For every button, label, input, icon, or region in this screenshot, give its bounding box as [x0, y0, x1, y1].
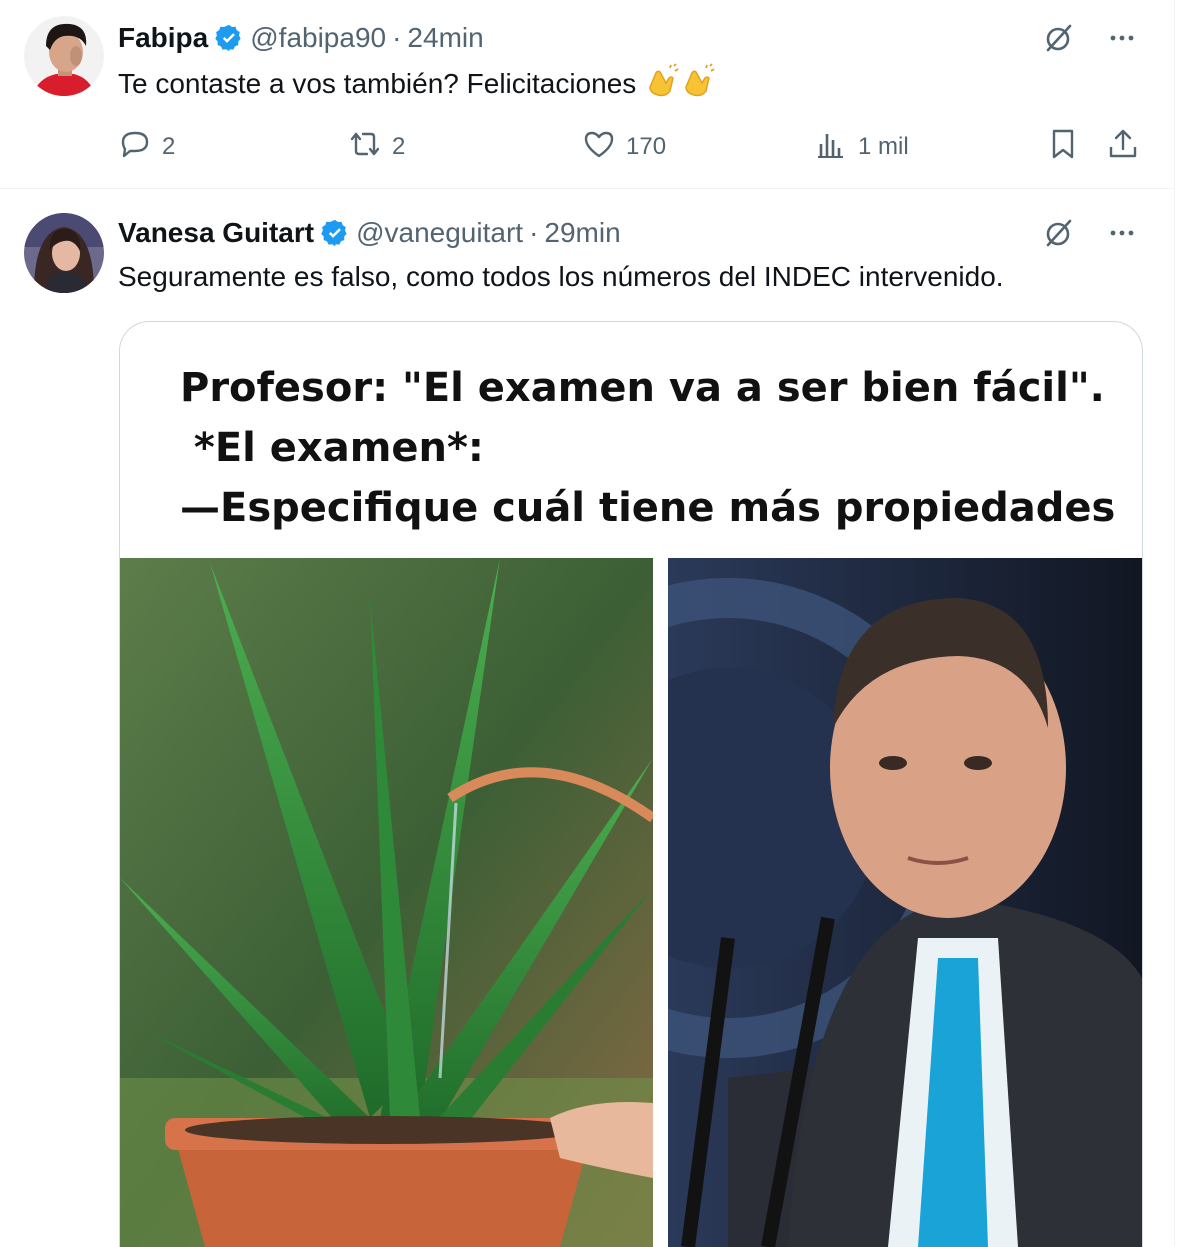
tweet-vanesa-guitart[interactable]: Vanesa Guitart @vaneguitart · 29min Segu…: [0, 189, 1174, 1247]
meme-caption-line: *El examen*:: [180, 425, 484, 471]
repost-button[interactable]: 2: [348, 125, 405, 169]
like-count: 170: [626, 133, 667, 160]
views-button[interactable]: 1 mil: [814, 125, 909, 169]
tweet-media[interactable]: Profesor: "El examen va a ser bien fácil…: [119, 321, 1143, 1247]
tweet-top-icons: [1040, 20, 1140, 56]
author-handle[interactable]: @fabipa90: [250, 22, 386, 54]
bookmark-button[interactable]: [1046, 125, 1080, 169]
timestamp[interactable]: 24min: [407, 22, 483, 54]
meme-caption: Profesor: "El examen va a ser bien fácil…: [180, 358, 1115, 538]
separator-dot: ·: [529, 217, 539, 248]
share-button[interactable]: [1106, 125, 1140, 169]
aloe-plant-photo: [120, 558, 653, 1247]
author-name[interactable]: Vanesa Guitart: [118, 217, 314, 249]
reply-icon: [118, 127, 152, 168]
grok-icon[interactable]: [1040, 20, 1076, 56]
timestamp[interactable]: 29min: [544, 217, 620, 249]
tweet-top-icons: [1040, 215, 1140, 251]
tweet-text: Te contaste a vos también? Felicitacione…: [118, 63, 716, 102]
repost-count: 2: [392, 133, 406, 160]
clapping-hands-icon: [644, 63, 680, 99]
views-icon: [814, 127, 848, 168]
reply-count: 2: [162, 133, 176, 160]
bookmark-icon: [1046, 127, 1080, 168]
man-at-podium-photo: [668, 558, 1142, 1247]
like-icon: [582, 127, 616, 168]
tweet-header: Vanesa Guitart @vaneguitart · 29min: [118, 213, 621, 253]
more-icon[interactable]: [1104, 215, 1140, 251]
share-icon: [1106, 127, 1140, 168]
tweet-actions: 2 2 170 1 mil: [118, 125, 1142, 169]
author-handle[interactable]: @vaneguitart: [356, 217, 523, 249]
clapping-hands-icon: [680, 63, 716, 99]
verified-badge-icon: [320, 218, 350, 248]
column-border: [1174, 0, 1175, 1246]
separator-dot: ·: [392, 22, 402, 53]
tweet-text-content: Te contaste a vos también? Felicitacione…: [118, 68, 637, 99]
repost-icon: [348, 127, 382, 168]
like-button[interactable]: 170: [582, 125, 666, 169]
author-name[interactable]: Fabipa: [118, 22, 208, 54]
tweet-text: Seguramente es falso, como todos los núm…: [118, 261, 1004, 292]
meme-caption-line: Profesor: "El examen va a ser bien fácil…: [180, 365, 1105, 411]
tweet-header: Fabipa @fabipa90 · 24min: [118, 18, 484, 58]
grok-icon[interactable]: [1040, 215, 1076, 251]
verified-badge-icon: [214, 23, 244, 53]
avatar[interactable]: [24, 213, 104, 293]
more-icon[interactable]: [1104, 20, 1140, 56]
avatar[interactable]: [24, 16, 104, 96]
views-count: 1 mil: [858, 133, 909, 160]
reply-button[interactable]: 2: [118, 125, 175, 169]
meme-caption-line: —Especifique cuál tiene más propiedades: [180, 485, 1116, 531]
tweet-fabipa[interactable]: Fabipa @fabipa90 · 24min Te contaste a v…: [0, 0, 1174, 189]
